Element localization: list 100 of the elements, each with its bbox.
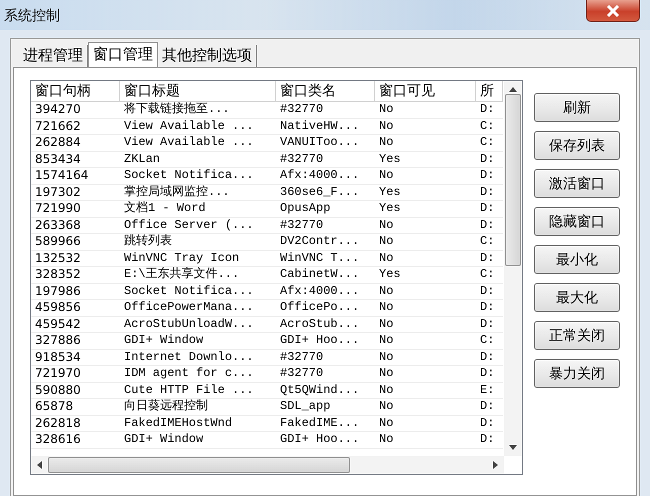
table-cell-text: IDM agent for c... [123, 366, 255, 382]
table-cell-text: CabinetW... [279, 267, 360, 282]
table-cell-text: 590880 [34, 382, 82, 398]
action-button[interactable]: 隐藏窗口 [534, 207, 620, 236]
table-cell-text: 721990 [34, 201, 82, 216]
table-cell-text: 132532 [34, 250, 82, 266]
column-header[interactable]: 所 [476, 81, 503, 101]
column-header[interactable]: 窗口句柄 [31, 81, 120, 101]
table-cell-text: D: [479, 152, 496, 167]
table-cell-text: GDI+ Hoo... [279, 432, 360, 448]
table-cell-text: DV2Contr... [279, 234, 360, 250]
table-cell-text: GDI+ Window [123, 333, 204, 348]
table-cell-text: SDL_app [279, 399, 332, 414]
table-cell-text: Socket Notifica... [123, 284, 255, 299]
table-cell-text: GDI+ Window [123, 432, 204, 448]
scroll-thumb[interactable] [48, 457, 350, 473]
table-cell-text: Qt5QWind... [279, 382, 360, 398]
table-cell-text: Yes [378, 267, 402, 282]
table-cell-text: FakedIME... [279, 416, 360, 431]
table-cell-text: D: [479, 399, 496, 414]
vertical-scrollbar[interactable] [504, 81, 522, 456]
table-cell-text: No [378, 432, 394, 448]
table-cell-text: No [378, 218, 394, 233]
action-button[interactable]: 暴力关闭 [534, 359, 620, 388]
action-button[interactable]: 最小化 [534, 245, 620, 274]
table-cell-text: #32770 [279, 102, 324, 118]
table-cell-text: No [378, 333, 394, 348]
column-header[interactable]: 窗口类名 [276, 81, 375, 101]
table-cell-text: D: [479, 102, 496, 118]
table-cell-text: D: [479, 300, 496, 316]
table-cell-text: No [378, 250, 394, 266]
table-cell-text: View Available ... [123, 118, 255, 134]
table-cell-text: 65878 [34, 399, 74, 414]
scroll-down-icon[interactable] [509, 445, 517, 450]
action-button[interactable]: 最大化 [534, 283, 620, 312]
table-cell-text: No [378, 168, 394, 184]
table-cell-text: No [378, 135, 394, 150]
table-cell-text: ZKLan [123, 152, 162, 167]
tab[interactable]: 窗口管理 [88, 42, 158, 67]
table-cell-text: D: [479, 350, 496, 365]
table-cell-text: No [378, 118, 394, 134]
table-cell-text: Socket Notifica... [123, 168, 255, 184]
table-cell-text: No [378, 102, 394, 118]
table-cell-text: 1574164 [34, 168, 90, 184]
table-cell-text: GDI+ Hoo... [279, 333, 360, 348]
table-cell-text: 向日葵远程控制 [123, 399, 209, 414]
table-cell-text: Cute HTTP File ... [123, 382, 255, 398]
table-cell-text: 853434 [34, 152, 82, 167]
table-cell-text: 721662 [34, 118, 82, 134]
horizontal-scrollbar[interactable] [31, 456, 504, 474]
table-cell-text: D: [479, 168, 496, 184]
table-cell-text: AcroStub... [279, 316, 360, 332]
scroll-up-icon[interactable] [509, 87, 517, 92]
table-cell-text: E: [479, 382, 496, 398]
table-cell-text: Yes [378, 201, 402, 216]
close-button[interactable] [586, 0, 640, 22]
table-cell-text: No [378, 399, 394, 414]
table-cell-text: D: [479, 316, 496, 332]
table-cell-text: D: [479, 366, 496, 382]
table-cell-text: 589966 [34, 234, 82, 250]
table-cell-text: #32770 [279, 218, 324, 233]
action-button[interactable]: 保存列表 [534, 131, 620, 160]
table-cell-text: 459542 [34, 316, 82, 332]
scroll-right-icon[interactable] [493, 461, 498, 469]
table-cell-text: Afx:4000... [279, 168, 360, 184]
scroll-thumb[interactable] [505, 94, 521, 266]
action-button[interactable]: 激活窗口 [534, 169, 620, 198]
table-cell-text: #32770 [279, 350, 324, 365]
table-cell-text: C: [479, 234, 496, 250]
table-cell-text: OpusApp [279, 201, 332, 216]
table-cell-text: 263368 [34, 218, 82, 233]
table-cell-text: 跳转列表 [123, 234, 173, 250]
table-cell-text: WinVNC T... [279, 250, 360, 266]
table-cell-text: D: [479, 218, 496, 233]
table-cell-text: 360se6_F... [279, 184, 360, 200]
table-cell-text: Internet Downlo... [123, 350, 255, 365]
table-cell-text: 459856 [34, 300, 82, 316]
action-button[interactable]: 正常关闭 [534, 321, 620, 350]
table-cell-text: OfficePowerMana... [123, 300, 255, 316]
table-cell-text: 掌控局域网监控... [123, 184, 231, 200]
scroll-left-icon[interactable] [37, 461, 42, 469]
table-cell-text: 将下载链接拖至... [123, 102, 231, 118]
table-cell-text: FakedIMEHostWnd [123, 416, 234, 431]
table-cell-text: 262884 [34, 135, 82, 150]
table-cell-text: 918534 [34, 350, 82, 365]
table-cell-text: 327886 [34, 333, 82, 348]
column-header[interactable]: 窗口可见 [375, 81, 476, 101]
window-title: 系统控制 [3, 7, 60, 25]
table-cell-text: No [378, 366, 394, 382]
table-cell-text: AcroStubUnloadW... [123, 316, 255, 332]
table-cell-text: No [378, 234, 394, 250]
table-cell-text: D: [479, 284, 496, 299]
table-cell-text: No [378, 300, 394, 316]
table-cell-text: OfficePo... [279, 300, 360, 316]
table-cell-text: WinVNC Tray Icon [123, 250, 240, 266]
action-button[interactable]: 刷新 [534, 93, 620, 122]
table-cell-text: Yes [378, 184, 402, 200]
column-header[interactable]: 窗口标题 [120, 81, 276, 101]
table-cell-text: View Available ... [123, 135, 255, 150]
table-cell-text: 197986 [34, 284, 82, 299]
